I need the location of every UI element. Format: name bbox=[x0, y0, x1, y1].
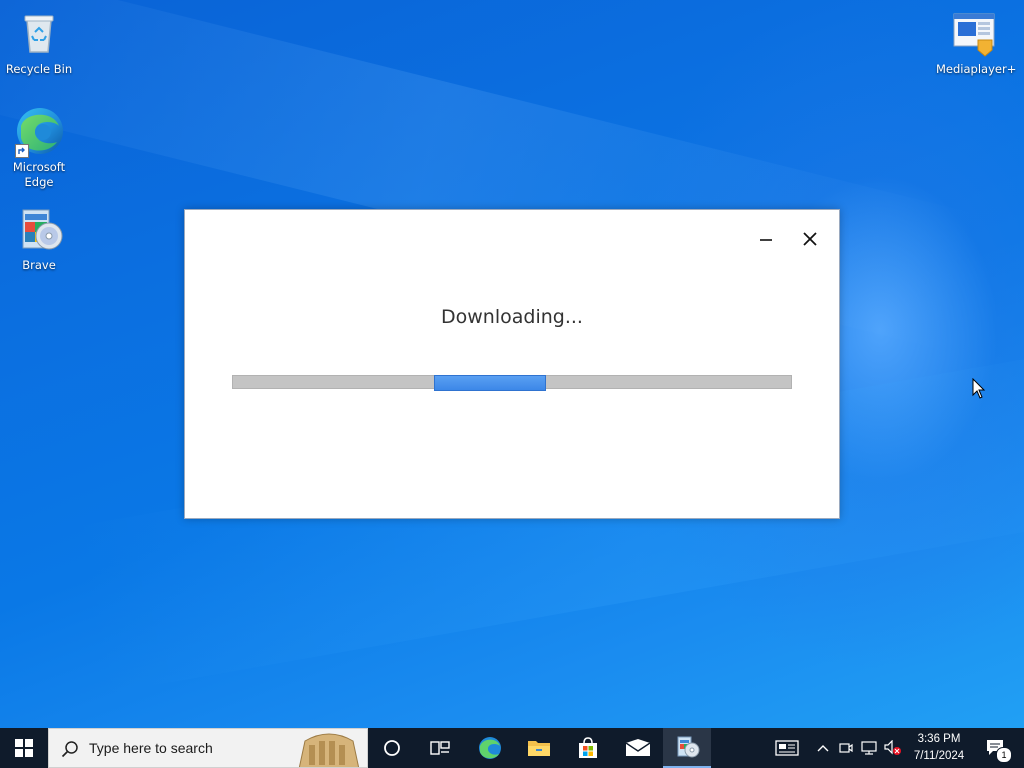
cortana-circle-icon bbox=[384, 740, 400, 756]
taskbar-installer-button[interactable] bbox=[663, 728, 711, 768]
progress-indicator bbox=[434, 375, 546, 391]
network-icon bbox=[861, 741, 877, 755]
desktop-icon-label: Microsoft Edge bbox=[12, 160, 66, 189]
media-player-icon bbox=[948, 8, 1000, 60]
mouse-cursor-icon bbox=[972, 377, 986, 404]
taskbar-clock[interactable]: 3:36 PM 7/11/2024 bbox=[906, 731, 972, 765]
mail-icon bbox=[625, 739, 651, 756]
desktop[interactable]: Recycle Bin Microsoft Edge Brave Mediapl… bbox=[0, 0, 1024, 728]
windows-start-icon bbox=[15, 739, 33, 757]
desktop-icon-microsoft-edge[interactable]: Microsoft Edge bbox=[1, 106, 77, 190]
action-center-button[interactable]: 1 bbox=[978, 728, 1014, 768]
show-hidden-icons-button[interactable] bbox=[812, 728, 834, 768]
taskbar-mail-button[interactable] bbox=[613, 728, 663, 768]
task-view-icon bbox=[430, 741, 450, 755]
search-box[interactable]: Type here to search bbox=[48, 728, 368, 768]
network-button[interactable] bbox=[858, 728, 880, 768]
taskbar-store-button[interactable] bbox=[564, 728, 612, 768]
news-widget-button[interactable] bbox=[770, 728, 804, 768]
installer-icon bbox=[13, 204, 65, 256]
volume-muted-icon bbox=[884, 740, 901, 755]
folder-icon bbox=[528, 741, 550, 756]
clock-date: 7/11/2024 bbox=[913, 750, 965, 762]
progress-bar bbox=[232, 375, 792, 391]
close-button[interactable] bbox=[795, 224, 825, 254]
start-button[interactable] bbox=[0, 728, 48, 768]
desktop-icon-label: Recycle Bin bbox=[5, 62, 73, 76]
taskbar-cortana-button[interactable] bbox=[368, 728, 416, 768]
desktop-icon-mediaplayer[interactable]: Mediaplayer+ bbox=[936, 8, 1017, 77]
taskbar: Type here to search 3:36 PM 7/11/2024 1 bbox=[0, 728, 1024, 768]
desktop-icon-brave[interactable]: Brave bbox=[1, 204, 77, 273]
close-icon bbox=[803, 232, 817, 246]
volume-button[interactable] bbox=[882, 728, 904, 768]
search-highlight-illustration bbox=[298, 733, 360, 767]
store-bag-icon bbox=[579, 737, 597, 758]
dialog-title: Downloading... bbox=[441, 306, 583, 328]
search-placeholder: Type here to search bbox=[89, 740, 213, 756]
recycle-bin-icon bbox=[13, 8, 65, 60]
taskbar-edge-button[interactable] bbox=[466, 728, 514, 768]
meet-now-button[interactable] bbox=[836, 728, 856, 768]
desktop-icon-label: Brave bbox=[22, 258, 56, 272]
download-dialog[interactable]: Downloading... bbox=[184, 209, 840, 519]
clock-time: 3:36 PM bbox=[917, 733, 961, 745]
edge-icon bbox=[13, 106, 65, 158]
edge-icon bbox=[479, 737, 501, 759]
taskbar-file-explorer-button[interactable] bbox=[515, 728, 563, 768]
news-icon bbox=[775, 740, 799, 756]
desktop-icon-recycle-bin[interactable]: Recycle Bin bbox=[1, 8, 77, 77]
meet-now-icon bbox=[839, 743, 853, 753]
desktop-icon-label: Mediaplayer+ bbox=[936, 62, 1017, 76]
notification-count-badge: 1 bbox=[996, 747, 1012, 763]
minimize-icon bbox=[760, 239, 772, 241]
shortcut-arrow-icon bbox=[15, 144, 29, 158]
chevron-up-icon bbox=[817, 745, 829, 752]
installer-icon bbox=[677, 736, 700, 758]
minimize-button[interactable] bbox=[751, 224, 781, 254]
search-icon bbox=[61, 741, 78, 758]
taskbar-task-view-button[interactable] bbox=[416, 728, 464, 768]
